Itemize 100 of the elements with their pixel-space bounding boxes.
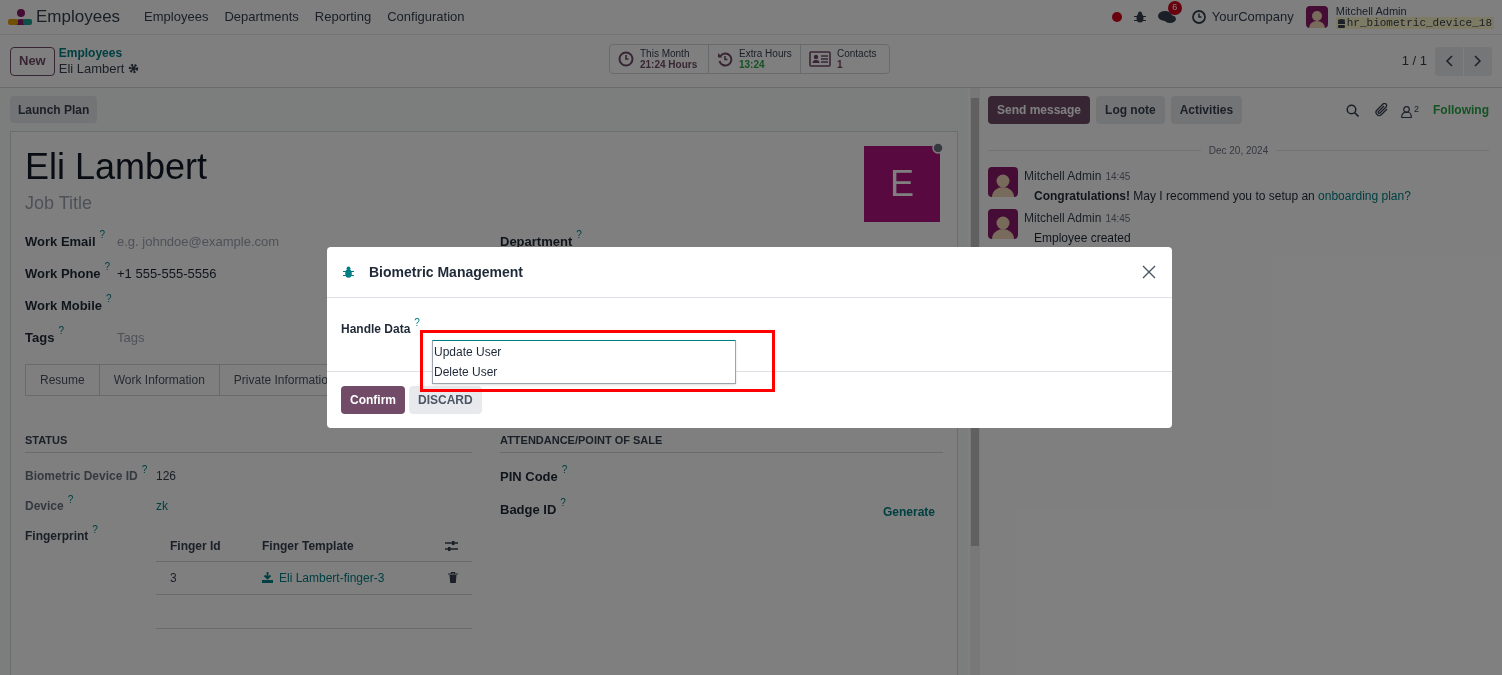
contact-card-icon <box>809 51 831 67</box>
generate-link[interactable]: Generate <box>882 502 935 521</box>
dialog-title: Biometric Management <box>369 262 525 282</box>
field-label: Biometric Device ID <box>25 467 138 485</box>
field-label: Fingerprint <box>25 527 89 545</box>
app-logo-icon <box>8 8 32 26</box>
bug-icon <box>1133 11 1146 23</box>
dialog-button[interactable]: DISCARD <box>409 386 482 414</box>
help-icon: ? <box>576 230 582 240</box>
bug-icon <box>343 266 354 278</box>
chevron-right-icon <box>1474 55 1482 67</box>
field-label: Device <box>25 497 64 515</box>
chat-icon <box>1157 10 1176 24</box>
trash-icon <box>448 572 458 583</box>
presence-dot-icon <box>932 142 944 154</box>
previous-button[interactable] <box>1435 46 1463 76</box>
author-avatar <box>988 209 1018 239</box>
stat-value: 1 <box>837 59 844 70</box>
history-icon <box>717 51 733 67</box>
menu-item[interactable]: Employees <box>136 7 217 27</box>
help-icon: ? <box>67 494 74 505</box>
stat-button[interactable]: Contacts 1 <box>800 45 889 73</box>
app-name[interactable]: Employees <box>36 4 121 30</box>
help-icon: ? <box>92 524 98 535</box>
column-header: Finger Template <box>262 537 355 555</box>
message-time: 14:45 <box>1105 170 1131 184</box>
field-label: PIN Code <box>500 467 558 486</box>
database-name: hr_biometric_device_18 <box>1346 17 1492 29</box>
pager-text: 1 / 1 <box>1401 52 1427 71</box>
follower-count: 2 <box>1414 102 1419 116</box>
person-icon <box>1401 105 1412 118</box>
column-header: Finger Id <box>170 537 222 555</box>
help-icon: ? <box>414 318 420 328</box>
help-icon: ? <box>104 262 111 272</box>
field-label: Handle Data <box>341 321 411 338</box>
stat-value: 21:24 Hours <box>640 59 698 70</box>
clock-icon <box>618 51 634 67</box>
dropdown-option[interactable]: Delete User <box>433 362 735 382</box>
message-time: 14:45 <box>1105 212 1131 226</box>
record-dot-icon <box>1111 12 1122 22</box>
new-button[interactable]: New <box>10 46 55 76</box>
paperclip-icon <box>1375 103 1389 117</box>
database-icon <box>1337 18 1345 28</box>
help-icon: ? <box>560 497 566 508</box>
employee-name: Eli Lambert <box>25 146 209 188</box>
field-label: Tags <box>25 329 55 347</box>
tab[interactable]: Work Information <box>99 364 220 395</box>
help-icon: ? <box>58 326 64 336</box>
menu-item[interactable]: Reporting <box>306 7 380 27</box>
message-text: Employee created <box>1033 230 1131 247</box>
stat-button[interactable]: This Month 21:24 Hours <box>610 45 708 73</box>
section-title: STATUS <box>25 432 472 453</box>
field-label: Work Email <box>25 233 96 251</box>
help-icon: ? <box>99 230 106 240</box>
stat-value: 13:24 <box>739 59 766 70</box>
field-label: Department <box>500 233 573 251</box>
stat-label: Contacts <box>837 48 877 59</box>
device-link[interactable]: zk <box>156 496 168 515</box>
file-link[interactable]: Eli Lambert-finger-3 <box>279 568 385 587</box>
menu-item[interactable]: Configuration <box>379 7 473 27</box>
menu-item[interactable]: Departments <box>216 7 307 27</box>
next-button[interactable] <box>1464 46 1492 76</box>
stat-button[interactable]: Extra Hours 13:24 <box>708 45 800 73</box>
notification-badge: 6 <box>1167 1 1182 15</box>
clock-icon <box>1191 10 1206 24</box>
field-value: 126 <box>156 467 177 485</box>
help-icon: ? <box>561 464 568 475</box>
table-cell-text: 3 <box>170 569 178 587</box>
author-name: Mitchell Admin <box>1024 210 1102 227</box>
date-separator: Dec 20, 2024 <box>1208 144 1269 158</box>
following-button[interactable]: Following <box>1433 101 1489 119</box>
chatter-button[interactable]: Log note <box>1096 96 1165 124</box>
avatar-letter: E <box>890 162 914 206</box>
dialog-button[interactable]: Confirm <box>341 386 405 414</box>
breadcrumb-link[interactable]: Employees <box>58 46 140 61</box>
dropdown-option[interactable]: Update User <box>433 342 735 362</box>
sliders-icon <box>445 539 458 552</box>
tab[interactable]: Resume <box>25 364 100 395</box>
onboarding-link[interactable]: onboarding plan? <box>1318 189 1411 203</box>
chevron-left-icon <box>1445 55 1453 67</box>
field-label: Work Mobile <box>25 297 103 315</box>
close-icon <box>1142 265 1156 279</box>
action-button[interactable]: Launch Plan <box>10 96 98 123</box>
field-label: Work Phone <box>25 265 101 283</box>
field-value[interactable]: +1 555-555-5556 <box>117 264 217 284</box>
section-title: ATTENDANCE/POINT OF SALE <box>500 432 943 453</box>
gear-icon <box>128 63 140 74</box>
record-name: Eli Lambert <box>58 61 125 76</box>
author-avatar <box>988 167 1018 197</box>
author-name: Mitchell Admin <box>1024 168 1102 185</box>
stat-label: This Month <box>640 48 691 59</box>
help-icon: ? <box>106 294 112 304</box>
chatter-button[interactable]: Activities <box>1170 96 1243 124</box>
company-name[interactable]: YourCompany <box>1211 7 1294 27</box>
field-label: Badge ID <box>500 500 557 519</box>
user-name[interactable]: Mitchell Admin <box>1335 5 1494 17</box>
help-icon: ? <box>141 464 148 475</box>
user-avatar[interactable] <box>1305 6 1328 28</box>
chatter-button[interactable]: Send message <box>988 96 1091 124</box>
message-text: Congratulations! May I recommend you to setup an onboarding plan? <box>1033 188 1411 205</box>
